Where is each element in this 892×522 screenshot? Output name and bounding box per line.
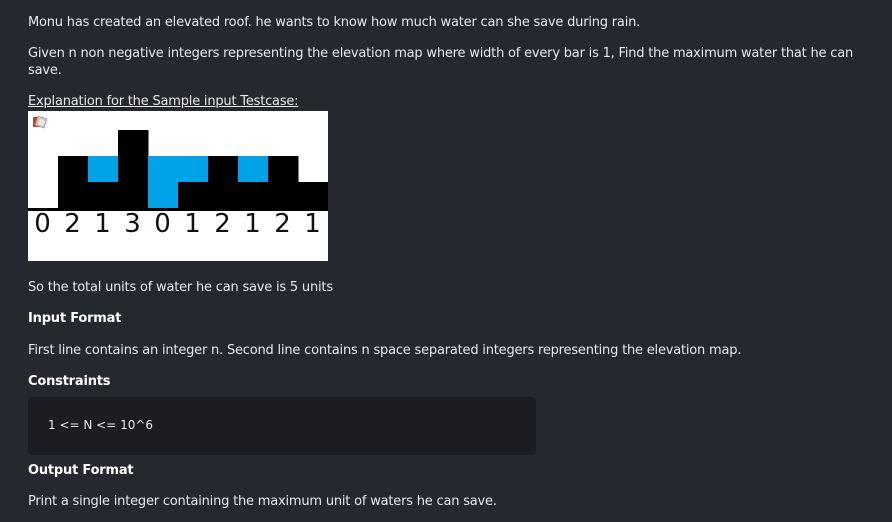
elevation-label: 1 (244, 209, 261, 239)
explanation-heading-text: Explanation for the Sample input Testcas… (28, 94, 299, 109)
output-format-text: Print a single integer containing the ma… (28, 494, 497, 509)
elevation-label: 2 (274, 209, 291, 239)
elevation-label: 2 (64, 209, 81, 239)
constraints-code-block: 1 <= N <= 10^6 (28, 397, 536, 455)
explanation-heading: Explanation for the Sample input Testcas… (28, 93, 299, 110)
water-segment (178, 156, 209, 182)
elevation-label: 0 (34, 209, 51, 239)
constraints-heading: Constraints (28, 374, 111, 389)
elevation-label: 0 (154, 209, 171, 239)
water-segment (238, 156, 269, 182)
elevation-bar (268, 156, 299, 208)
intro-text: Monu has created an elevated roof. he wa… (28, 15, 641, 30)
input-format-text: First line contains an integer n. Second… (28, 343, 742, 358)
elevation-bar (88, 182, 119, 208)
elevation-labels: 0213012121 (28, 207, 328, 241)
problem-page: Monu has created an elevated roof. he wa… (0, 0, 892, 522)
water-segment (148, 156, 179, 208)
elevation-label: 1 (94, 209, 111, 239)
input-format-heading: Input Format (28, 311, 122, 326)
total-text: So the total units of water he can save … (28, 280, 333, 295)
elevation-bar (178, 182, 209, 208)
elevation-bar (58, 156, 89, 208)
statement-text: Given n non negative integers representi… (28, 46, 853, 78)
elevation-label: 2 (214, 209, 231, 239)
elevation-bar (298, 182, 328, 208)
water-segment (88, 156, 119, 182)
elevation-map-figure: 0213012121 (28, 111, 328, 261)
constraints-code: 1 <= N <= 10^6 (48, 418, 154, 432)
output-format-heading: Output Format (28, 463, 134, 478)
elevation-chart (28, 130, 328, 211)
broken-image-icon (33, 115, 48, 129)
elevation-bar (238, 182, 269, 208)
elevation-label: 1 (304, 209, 321, 239)
elevation-label: 1 (184, 209, 201, 239)
elevation-label: 3 (124, 209, 141, 239)
elevation-bar (118, 130, 149, 208)
elevation-bar (208, 156, 239, 208)
